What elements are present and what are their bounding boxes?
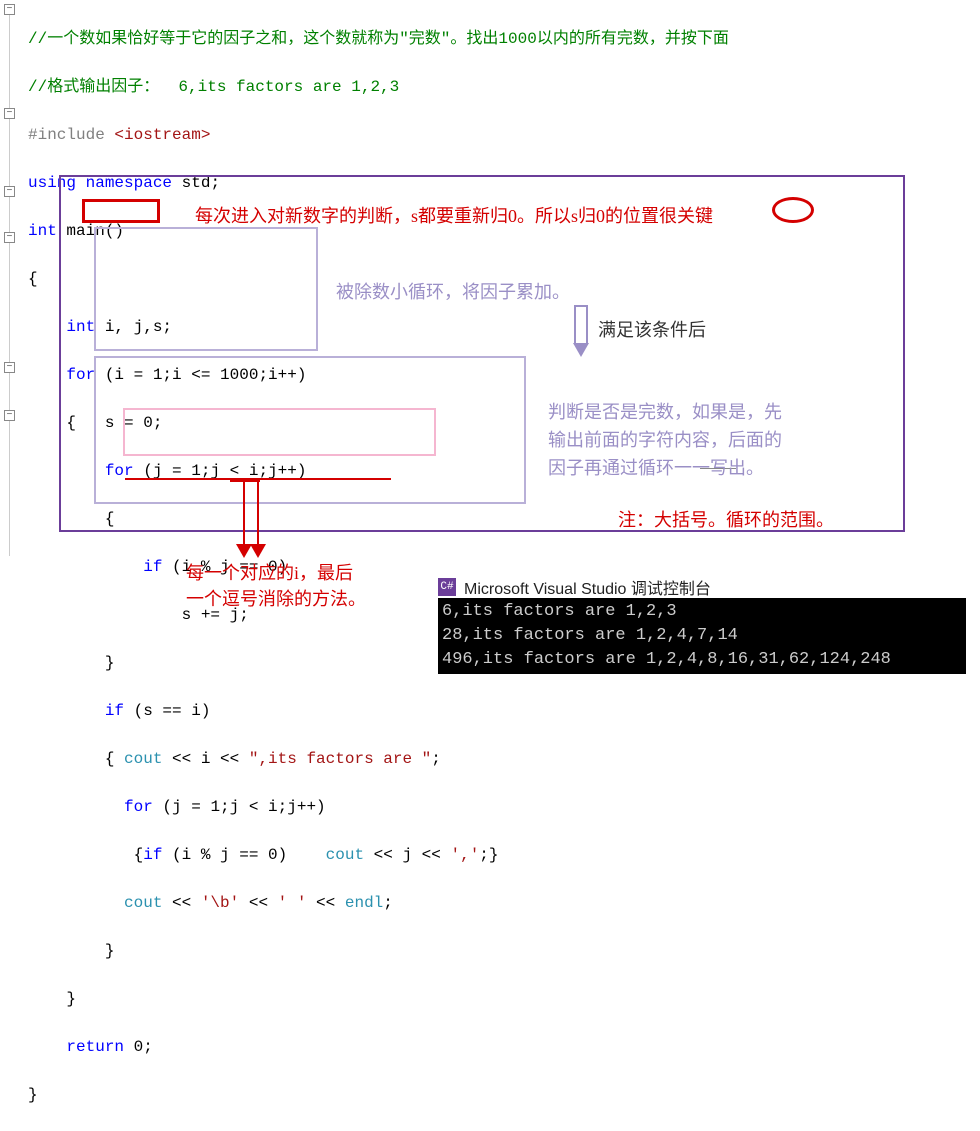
fold-box[interactable]: − — [4, 410, 15, 421]
fold-box[interactable]: − — [4, 108, 15, 119]
console-title-text: Microsoft Visual Studio 调试控制台 — [464, 575, 711, 599]
str-bksp: '\b' — [201, 894, 239, 912]
str-comma: ',' — [450, 846, 479, 864]
name-std: std — [182, 174, 211, 192]
annot-purple-inner: 被除数小循环，将因子累加。 — [336, 278, 570, 304]
fold-box[interactable]: − — [4, 186, 15, 197]
annot-purple-judge: 判断是否是完数，如果是，先输出前面的字符内容，后面的因子再通过循环一一写出。 — [548, 398, 782, 482]
vs-icon: C# — [438, 578, 456, 596]
annot-condition: 满足该条件后 — [598, 316, 706, 342]
console-title-bar: C# Microsoft Visual Studio 调试控制台 — [438, 575, 711, 599]
fold-box[interactable]: − — [4, 362, 15, 373]
annot-red-reset: 每次进入对新数字的判断，s都要重新归0。所以s归0的位置很关键 — [195, 202, 713, 228]
comment-line: //一个数如果恰好等于它的因子之和，这个数就称为"完数"。找出1000以内的所有… — [28, 30, 729, 48]
str-factors: ",its factors are " — [249, 750, 431, 768]
kw-namespace: namespace — [86, 174, 182, 192]
kw-int: int — [28, 222, 57, 240]
arrow-bar-red — [230, 480, 260, 482]
kw-using: using — [28, 174, 86, 192]
pp-include: #include — [28, 126, 114, 144]
code-editor[interactable]: //一个数如果恰好等于它的因子之和，这个数就称为"完数"。找出1000以内的所有… — [28, 3, 968, 1131]
fn-main: main() — [57, 222, 124, 240]
debug-console[interactable]: 6,its factors are 1,2,3 28,its factors a… — [438, 598, 966, 674]
comment-line: //格式输出因子： 6,its factors are 1,2,3 — [28, 78, 399, 96]
code-fold-gutter: − − − − − − — [0, 0, 24, 560]
str-space: ' ' — [278, 894, 307, 912]
pp-header: <iostream> — [114, 126, 210, 144]
fold-box[interactable]: − — [4, 4, 15, 15]
annot-red-comma: 每一个对应的i，最后一个逗号消除的方法。 — [186, 560, 366, 612]
annot-red-brace: 注：大括号。循环的范围。 — [618, 506, 834, 532]
fold-box[interactable]: − — [4, 232, 15, 243]
